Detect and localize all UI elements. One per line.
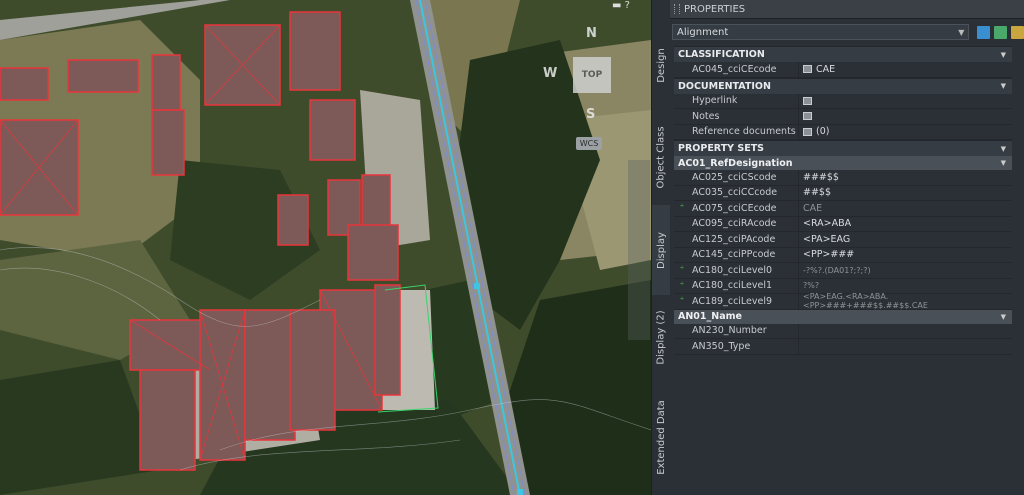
chevron-down-icon: ▼ [1000,82,1006,90]
formula-icon: ⁺ [679,203,685,214]
field-icon[interactable] [803,112,812,121]
viewcube-north[interactable]: N [586,26,597,41]
property-row[interactable]: AC045_cciCEcode CAE [674,62,1012,78]
property-row[interactable]: Hyperlink [674,93,1012,109]
field-icon[interactable] [803,65,812,74]
property-row[interactable]: AN230_Number [674,323,1012,339]
formula-icon: ⁺ [679,280,685,291]
propset-ac01-header[interactable]: AC01_RefDesignation ▼ [674,156,1012,170]
section-classification[interactable]: CLASSIFICATION ▼ [674,46,1012,62]
minimize-icon[interactable]: ▬ [612,0,621,11]
formula-icon: ⁺ [679,296,685,307]
property-grid: CLASSIFICATION ▼ AC045_cciCEcode CAE DOCU… [674,46,1012,355]
object-type-value: Alignment [677,26,729,38]
properties-palette: PROPERTIES Alignment ▼ CLASSIFICATION ▼ A… [670,0,1024,495]
palette-title: PROPERTIES [684,3,746,15]
toggle-pickadd-icon[interactable] [1011,25,1024,39]
wcs-menu[interactable]: WCS [576,137,602,150]
chevron-down-icon: ▼ [1000,159,1006,167]
property-row[interactable]: Notes [674,109,1012,125]
property-row[interactable]: AC145_cciPPcode <PP>### [674,247,1012,263]
section-documentation[interactable]: DOCUMENTATION ▼ [674,77,1012,94]
grip-icon[interactable] [674,4,680,14]
chevron-down-icon: ▼ [1000,144,1006,153]
help-icon[interactable]: ? [625,0,630,11]
property-row[interactable]: ⁺ AC075_cciCEcode CAE [674,201,1012,217]
property-row[interactable]: AN350_Type [674,339,1012,355]
property-row[interactable]: AC035_cciCCcode ##$$ [674,185,1012,201]
propset-an01-header[interactable]: AN01_Name ▼ [674,309,1012,324]
viewcube-top-face[interactable]: TOP [573,57,611,93]
select-objects-icon[interactable] [994,25,1008,39]
viewcube-south[interactable]: S [586,107,595,122]
field-icon[interactable] [803,127,812,136]
selector-row: Alignment ▼ [670,19,1024,45]
navigation-bar[interactable] [628,160,650,340]
object-type-dropdown[interactable]: Alignment ▼ [672,24,970,40]
property-row[interactable]: AC025_cciCScode ###$$ [674,170,1012,186]
chevron-down-icon: ▼ [958,27,965,37]
quick-select-icon[interactable] [977,25,991,39]
palette-title-bar[interactable]: PROPERTIES [670,0,1024,19]
drawing-canvas[interactable]: ▬ ? N W S TOP WCS [0,0,651,495]
property-tabs: Design Object Class Display Display (2) … [651,0,671,495]
formula-icon: ⁺ [679,265,685,276]
tab-display[interactable]: Display [652,205,671,295]
tab-extended-data[interactable]: Extended Data [652,380,671,495]
viewport-tools[interactable]: ▬ ? [612,0,630,11]
property-row[interactable]: AC095_cciRAcode <RA>ABA [674,216,1012,232]
property-row[interactable]: Reference documents (0) [674,124,1012,140]
property-row[interactable]: ⁺ AC180_cciLevel0 -?%?.(DA01?;?;?) [674,263,1012,279]
tab-design[interactable]: Design [652,20,671,110]
property-row[interactable]: AC125_cciPAcode <PA>EAG [674,232,1012,248]
section-property-sets[interactable]: PROPERTY SETS ▼ [674,140,1012,156]
chevron-down-icon: ▼ [1000,50,1006,59]
viewcube-west[interactable]: W [543,66,557,81]
tab-object-class[interactable]: Object Class [652,110,671,205]
field-icon[interactable] [803,96,812,105]
chevron-down-icon: ▼ [1000,312,1006,321]
tab-display-2[interactable]: Display (2) [652,295,671,380]
property-row[interactable]: ⁺ AC189_cciLevel9 <PA>EAG.<RA>ABA.<PP>###+… [674,292,1012,310]
